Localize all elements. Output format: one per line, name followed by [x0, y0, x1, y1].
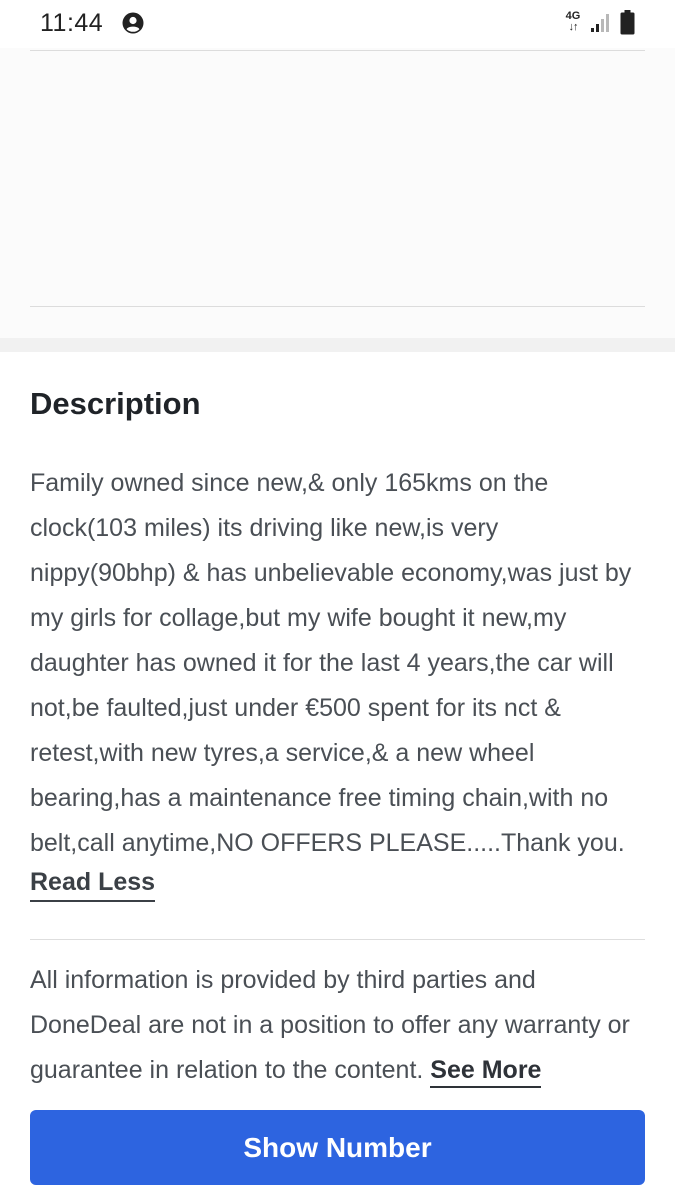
section-separator [0, 338, 675, 352]
status-time: 11:44 [40, 9, 104, 37]
read-less-link[interactable]: Read Less [30, 868, 156, 902]
signal-icon [591, 14, 609, 32]
account-circle-icon [122, 12, 144, 34]
description-text: Family owned since new,& only 165kms on … [30, 469, 632, 857]
divider [30, 50, 645, 51]
see-more-link[interactable]: See More [430, 1056, 542, 1088]
disclaimer: All information is provided by third par… [30, 958, 645, 1093]
description-heading: Description [30, 386, 201, 421]
show-number-button[interactable]: Show Number [30, 1110, 645, 1185]
image-placeholder-panel [0, 48, 675, 340]
data-arrows-icon: ↓↑ [568, 21, 579, 33]
divider [30, 939, 645, 940]
status-bar: 11:44 4G ↓↑ [0, 0, 675, 48]
network-4g-icon: 4G ↓↑ [564, 11, 582, 35]
divider [30, 306, 645, 307]
battery-icon [620, 10, 635, 35]
